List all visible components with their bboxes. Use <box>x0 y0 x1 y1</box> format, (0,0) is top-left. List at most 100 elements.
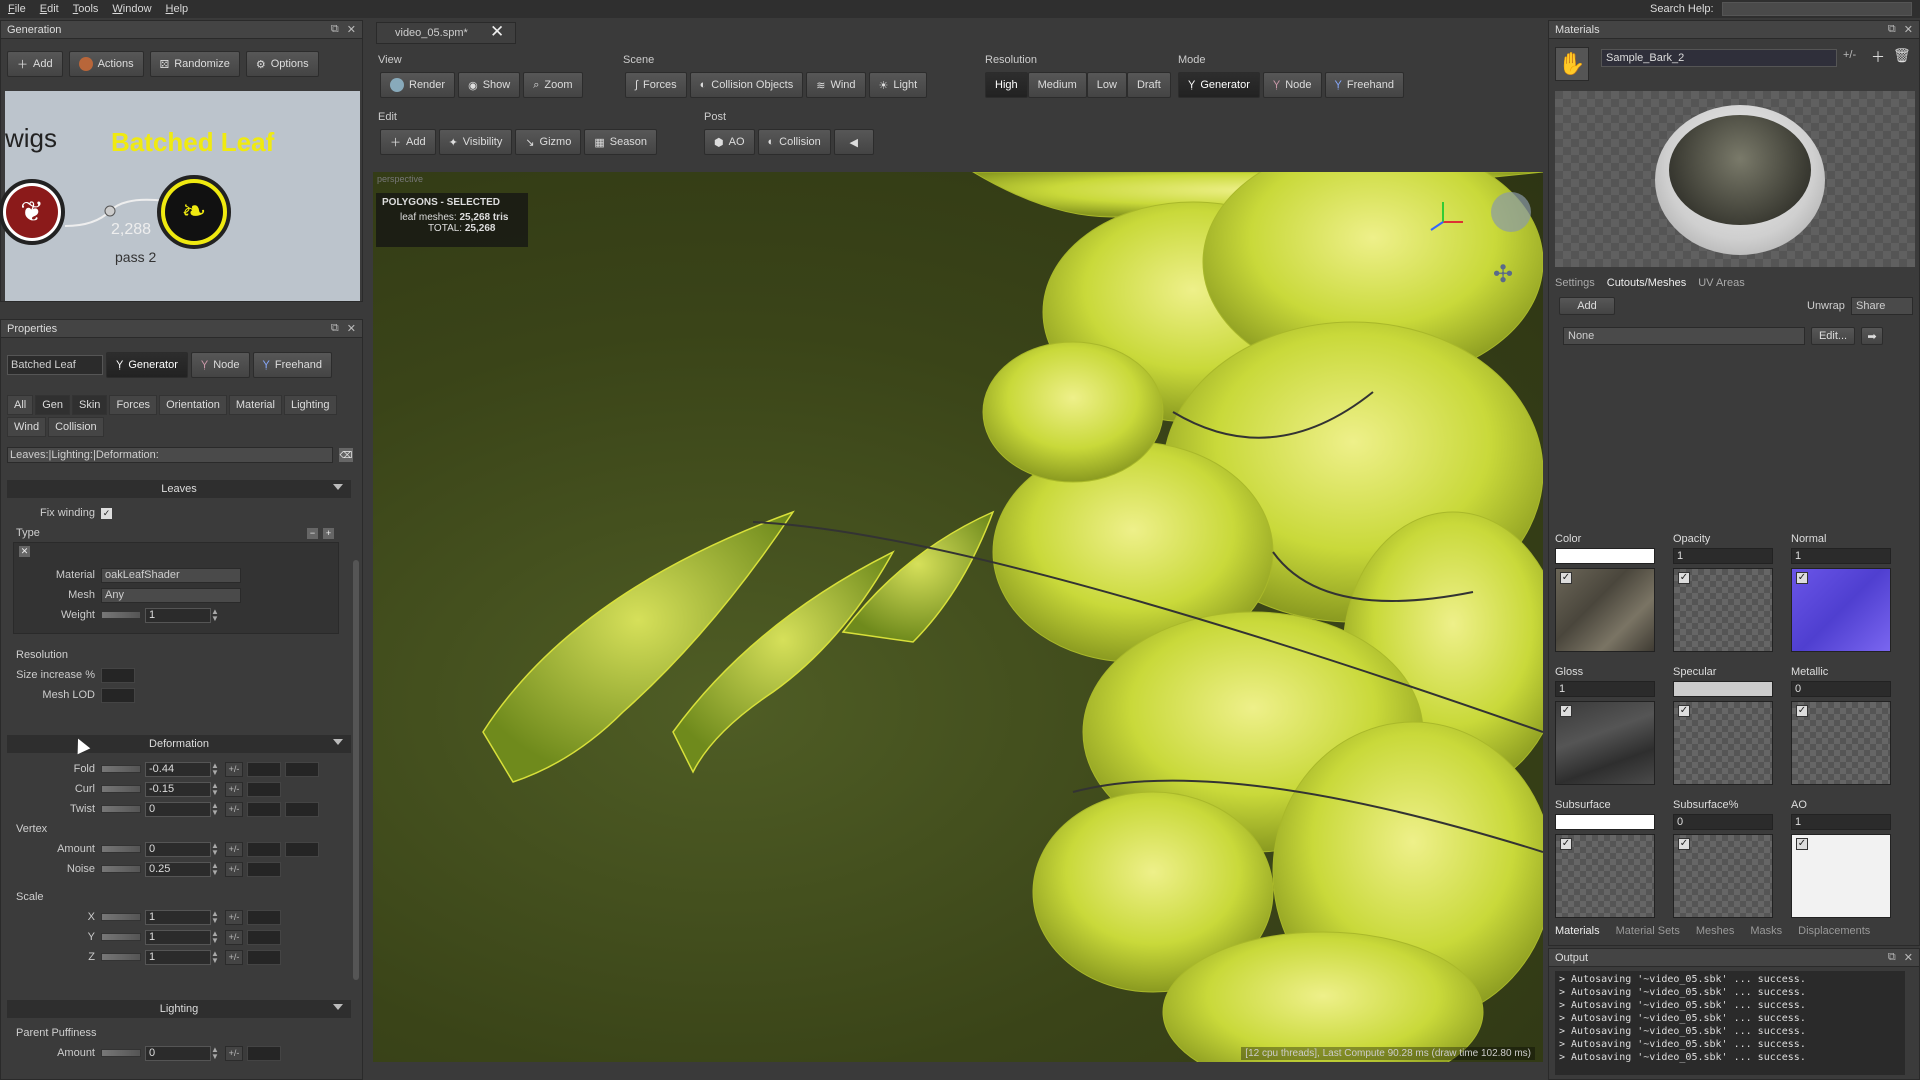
gen-actions-button[interactable]: Actions <box>68 51 144 77</box>
show-button[interactable]: ◉ Show <box>458 72 521 98</box>
scale-x-input[interactable]: 1 <box>145 909 211 925</box>
float-icon[interactable]: ⧉ <box>331 322 339 335</box>
slot-value-input[interactable]: 1 <box>1555 681 1655 697</box>
twist-slider[interactable] <box>101 805 141 813</box>
slot-value-input[interactable]: 1 <box>1791 814 1891 830</box>
spinner-icon[interactable]: ▲ ▼ <box>211 761 219 777</box>
post-collision-button[interactable]: ◐ Collision <box>757 129 831 155</box>
tab-skin[interactable]: Skin <box>72 395 108 415</box>
tab-cutouts-meshes[interactable]: Cutouts/Meshes <box>1607 277 1686 289</box>
forces-button[interactable]: ∫ Forces <box>625 72 687 98</box>
slot-enable-checkbox[interactable]: ✓ <box>1678 705 1690 717</box>
twist-variance-button[interactable]: +/- <box>225 801 243 817</box>
scale-z-input[interactable]: 1 <box>145 949 211 965</box>
slot-value-input[interactable]: 0 <box>1791 681 1891 697</box>
leaves-section-header[interactable]: Leaves <box>7 480 351 498</box>
ao-button[interactable]: ⬢ AO <box>704 129 755 155</box>
res-high-button[interactable]: High <box>985 72 1028 98</box>
fix-winding-checkbox[interactable]: ✓ <box>101 507 112 519</box>
twigs-node[interactable]: ❦ <box>0 179 65 245</box>
noise-slider[interactable] <box>101 865 141 873</box>
season-button[interactable]: ▦ Season <box>584 129 658 155</box>
node-name-field[interactable]: Batched Leaf <box>7 355 103 375</box>
prop-freehand-button[interactable]: Ỵ Freehand <box>252 352 332 378</box>
scale-y-slider[interactable] <box>101 933 141 941</box>
tab-material[interactable]: Material <box>228 395 282 415</box>
apply-arrow-icon[interactable]: ➡ <box>1861 327 1883 345</box>
slot-texture-thumbnail[interactable]: ✓ <box>1673 701 1773 785</box>
property-filter-input[interactable]: Leaves:|Lighting:|Deformation: <box>7 447 333 463</box>
twist-curve-2[interactable] <box>285 801 319 817</box>
hand-tool-icon[interactable]: ✋ <box>1555 47 1589 81</box>
scale-z-variance-button[interactable]: +/- <box>225 949 243 965</box>
close-icon[interactable]: ✕ <box>347 23 356 36</box>
pp-amount-variance-button[interactable]: +/- <box>225 1045 243 1061</box>
slot-value-input[interactable]: 0 <box>1673 814 1773 830</box>
scale-x-variance-button[interactable]: +/- <box>225 909 243 925</box>
mode-generator-button[interactable]: Ỵ Generator <box>1178 72 1260 98</box>
material-select[interactable]: Sample_Bark_2 <box>1601 49 1837 67</box>
menu-file[interactable]: File <box>8 3 26 15</box>
curl-slider[interactable] <box>101 785 141 793</box>
axis-gizmo[interactable] <box>1423 192 1483 232</box>
tab-displacements[interactable]: Displacements <box>1798 925 1870 937</box>
tab-masks[interactable]: Masks <box>1750 925 1782 937</box>
tab-uv-areas[interactable]: UV Areas <box>1698 277 1744 289</box>
zoom-button[interactable]: ⌕ Zoom <box>523 72 583 98</box>
res-low-button[interactable]: Low <box>1086 72 1127 98</box>
pp-amount-curve[interactable] <box>247 1045 281 1061</box>
scale-y-variance-button[interactable]: +/- <box>225 929 243 945</box>
slot-color-swatch[interactable] <box>1673 681 1773 697</box>
plus-icon[interactable]: + <box>323 528 334 539</box>
float-icon[interactable]: ⧉ <box>331 23 339 36</box>
res-draft-button[interactable]: Draft <box>1126 72 1171 98</box>
lighting-section-header[interactable]: Lighting <box>7 1000 351 1018</box>
curl-variance-button[interactable]: +/- <box>225 781 243 797</box>
wind-button[interactable]: ≋ Wind <box>806 72 866 98</box>
tab-orientation[interactable]: Orientation <box>159 395 227 415</box>
slot-color-swatch[interactable] <box>1555 814 1655 830</box>
amount-curve[interactable] <box>247 841 281 857</box>
spinner-icon[interactable]: ▲ ▼ <box>211 909 219 925</box>
tab-forces[interactable]: Forces <box>109 395 158 415</box>
size-increase-curve[interactable] <box>101 667 135 683</box>
deformation-section-header[interactable]: Deformation <box>7 735 351 753</box>
collision-objects-button[interactable]: ◐ Collision Objects <box>689 72 804 98</box>
batched-leaf-node[interactable]: ❧ <box>157 175 231 249</box>
curl-input[interactable]: -0.15 <box>145 781 211 797</box>
tab-collision[interactable]: Collision <box>48 417 104 437</box>
search-input[interactable] <box>1722 2 1912 16</box>
cutout-add-button[interactable]: Add <box>1559 297 1615 315</box>
fold-curve[interactable] <box>247 761 281 777</box>
twist-input[interactable]: 0 <box>145 801 211 817</box>
cutout-edit-button[interactable]: Edit... <box>1811 327 1855 345</box>
scale-z-curve[interactable] <box>247 949 281 965</box>
prop-generator-button[interactable]: Ỵ Generator <box>106 352 188 378</box>
slot-enable-checkbox[interactable]: ✓ <box>1796 572 1808 584</box>
slot-color-swatch[interactable] <box>1555 548 1655 564</box>
spinner-icon[interactable]: ▲ ▼ <box>211 1045 219 1061</box>
slot-enable-checkbox[interactable]: ✓ <box>1560 838 1572 850</box>
visibility-button[interactable]: ✦ Visibility <box>438 129 513 155</box>
slot-texture-thumbnail[interactable]: ✓ <box>1555 568 1655 652</box>
3d-viewport[interactable]: perspective ✣ [12 cpu threads], Last Com… <box>373 172 1543 1062</box>
spinner-icon[interactable]: ▲ ▼ <box>211 801 219 817</box>
weight-slider[interactable] <box>101 611 141 619</box>
mode-node-button[interactable]: Ỵ Node <box>1262 72 1322 98</box>
clear-filter-icon[interactable]: ⌫ <box>339 448 353 462</box>
spinner-icon[interactable]: ▲ ▼ <box>211 929 219 945</box>
mode-freehand-button[interactable]: Ỵ Freehand <box>1324 72 1404 98</box>
tab-gen[interactable]: Gen <box>35 395 71 415</box>
noise-input[interactable]: 0.25 <box>145 861 211 877</box>
fold-input[interactable]: -0.44 <box>145 761 211 777</box>
scale-z-slider[interactable] <box>101 953 141 961</box>
generation-graph[interactable]: wigs ❦ Batched Leaf 2,288 ❧ pass 2 <box>0 91 360 301</box>
scale-y-curve[interactable] <box>247 929 281 945</box>
scale-x-curve[interactable] <box>247 909 281 925</box>
mesh-lod-curve[interactable] <box>101 687 135 703</box>
cutout-none-dropdown[interactable]: None <box>1563 327 1805 345</box>
close-icon[interactable]: ✕ <box>1904 951 1913 964</box>
gen-add-button[interactable]: ＋ Add <box>7 51 63 77</box>
menu-window[interactable]: Window <box>112 3 151 15</box>
tab-materials[interactable]: Materials <box>1555 925 1600 937</box>
